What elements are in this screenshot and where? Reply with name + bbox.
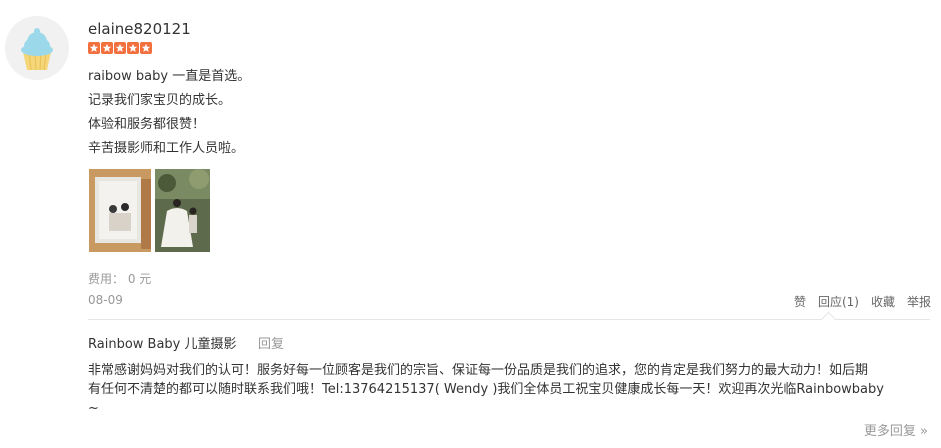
like-button[interactable]: 赞 bbox=[794, 293, 806, 310]
review-line: 辛苦摄影师和工作人员啦。 bbox=[88, 141, 245, 156]
star-icon bbox=[140, 42, 152, 54]
more-replies-link[interactable]: 更多回复 » bbox=[864, 420, 928, 439]
star-rating bbox=[88, 42, 152, 54]
review-date: 08-09 bbox=[88, 293, 123, 307]
review-actions: 赞 回应(1) 收藏 举报 bbox=[794, 293, 931, 310]
review-photo[interactable] bbox=[155, 169, 210, 252]
review-cost: 费用： 0 元 bbox=[88, 272, 152, 286]
cupcake-avatar-icon bbox=[5, 16, 69, 80]
review-username[interactable]: elaine820121 bbox=[88, 20, 191, 38]
reply-text-line: 有任何不清楚的都可以随时联系我们哦！Tel:13764215137( Wendy… bbox=[88, 382, 884, 397]
reply-count-button[interactable]: 回应(1) bbox=[818, 293, 859, 310]
merchant-reply-section: Rainbow Baby 儿童摄影 回复 非常感谢妈妈对我们的认可！服务好每一位… bbox=[88, 311, 930, 446]
star-icon bbox=[101, 42, 113, 54]
star-icon bbox=[127, 42, 139, 54]
reply-link[interactable]: 回复 bbox=[258, 333, 284, 352]
user-avatar[interactable] bbox=[5, 16, 69, 80]
reply-text-line: ~ bbox=[88, 401, 99, 416]
review-photo[interactable] bbox=[89, 169, 151, 252]
review-line: 体验和服务都很赞！ bbox=[88, 117, 206, 132]
report-button[interactable]: 举报 bbox=[907, 293, 931, 310]
merchant-name[interactable]: Rainbow Baby 儿童摄影 bbox=[88, 333, 237, 352]
favorite-button[interactable]: 收藏 bbox=[871, 293, 895, 310]
reply-text-line: 非常感谢妈妈对我们的认可！服务好每一位顾客是我们的宗旨、保证每一份品质是我们的追… bbox=[88, 363, 869, 378]
star-icon bbox=[114, 42, 126, 54]
review-line: 记录我们家宝贝的成长。 bbox=[88, 93, 232, 108]
star-icon bbox=[88, 42, 100, 54]
reply-pointer bbox=[820, 311, 837, 328]
review-line: raibow baby 一直是首选。 bbox=[88, 69, 251, 84]
